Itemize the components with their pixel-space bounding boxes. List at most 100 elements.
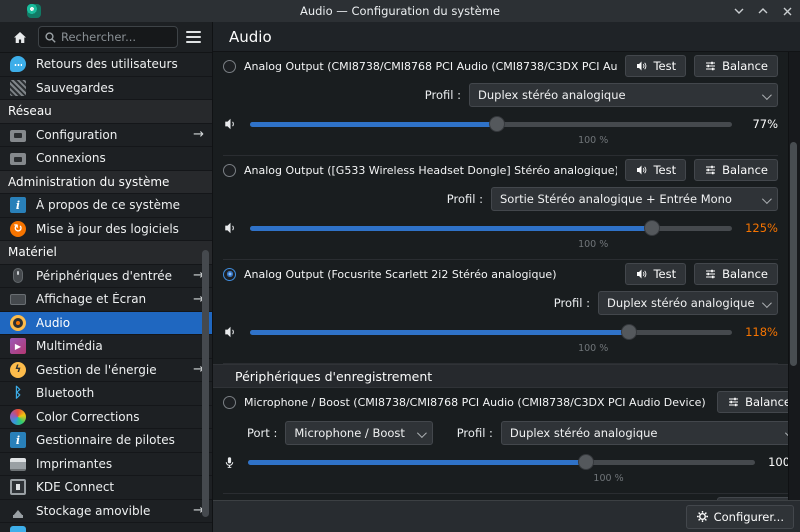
sidebar-item-color-corrections[interactable]: Color Corrections — [0, 406, 212, 430]
sidebar-item-mise-jour-des-logiciels[interactable]: ↻ Mise à jour des logiciels — [0, 218, 212, 242]
sidebar-item-label: Color Corrections — [36, 410, 139, 424]
sidebar-item-retours-des-utilisateurs[interactable]: Retours des utilisateurs — [0, 53, 212, 77]
sidebar-section-header: Administration du système — [0, 171, 212, 195]
sidebar-item-partial[interactable] — [0, 523, 212, 532]
sidebar-item-label: Gestion de l'énergie — [36, 363, 157, 377]
sidebar-item-label: À propos de ce système — [36, 198, 180, 212]
network-icon — [10, 130, 26, 142]
balance-button[interactable]: Balance — [694, 159, 778, 181]
sidebar-item-configuration[interactable]: Configuration→ — [0, 124, 212, 148]
volume-slider[interactable] — [250, 322, 732, 342]
sidebar-item-multim-dia[interactable]: ▶Multimédia — [0, 335, 212, 359]
sidebar-item-label: Imprimantes — [36, 457, 112, 471]
test-button[interactable]: Test — [625, 159, 686, 181]
hundred-percent-tick: 100 % — [578, 239, 608, 250]
sidebar-toolbar — [0, 22, 212, 52]
slider-handle[interactable] — [621, 324, 637, 340]
main-scrollbar[interactable] — [790, 142, 797, 366]
sidebar-item-label: Configuration — [36, 128, 117, 142]
balance-button[interactable]: Balance — [694, 263, 778, 285]
profile-label: Profil : — [425, 88, 461, 102]
sidebar-item-label: Bluetooth — [36, 386, 94, 400]
window-title: Audio — Configuration du système — [0, 4, 800, 18]
hundred-percent-tick: 100 % — [578, 135, 608, 146]
sidebar-list: Retours des utilisateurs Sauvegardes Résea… — [0, 52, 212, 532]
sidebar-item-kde-connect[interactable]: KDE Connect — [0, 476, 212, 500]
slider-handle[interactable] — [489, 116, 505, 132]
profile-combobox[interactable]: Sortie Stéréo analogique + Entrée Mono — [491, 187, 778, 211]
mic-volume-slider[interactable] — [248, 452, 755, 472]
sidebar-scrollbar[interactable] — [202, 250, 209, 517]
test-button[interactable]: Test — [625, 263, 686, 285]
volume-value: 118% — [744, 325, 778, 339]
sidebar-section-label: Réseau — [8, 104, 52, 118]
profile-label: Profil : — [554, 296, 590, 310]
slider-handle[interactable] — [578, 454, 594, 470]
maximize-button[interactable] — [756, 4, 770, 18]
device-radio[interactable] — [223, 164, 236, 177]
sidebar-item-affichage-et-cran[interactable]: Affichage et Écran→ — [0, 288, 212, 312]
sidebar-item-audio[interactable]: Audio — [0, 312, 212, 336]
device-radio[interactable] — [223, 396, 236, 409]
home-button[interactable] — [10, 27, 30, 47]
info-icon: i — [10, 432, 26, 448]
playback-device-row: Analog Output ([G533 Wireless Headset Do… — [223, 156, 778, 260]
slider-handle[interactable] — [644, 220, 660, 236]
sidebar-item-connexions[interactable]: Connexions — [0, 147, 212, 171]
titlebar: Audio — Configuration du système — [0, 0, 800, 22]
update-icon: ↻ — [10, 221, 26, 237]
profile-combobox[interactable]: Duplex stéréo analogique — [501, 421, 800, 445]
speaker-icon — [635, 164, 648, 176]
sidebar-section-header: Réseau — [0, 100, 212, 124]
sidebar-item-sauvegardes[interactable]: Sauvegardes — [0, 77, 212, 101]
device-radio[interactable] — [223, 268, 236, 281]
feedback-icon — [10, 56, 26, 72]
chevron-down-icon — [762, 298, 772, 308]
backup-icon — [10, 80, 26, 96]
device-radio[interactable] — [223, 60, 236, 73]
energy-icon: ϟ — [10, 362, 26, 378]
hamburger-menu-button[interactable] — [182, 28, 204, 46]
sidebar-item-label: Périphériques d'entrée — [36, 269, 172, 283]
bluetooth-icon: ᛒ — [10, 385, 26, 401]
device-list: Analog Output (CMI8738/CMI8768 PCI Audio… — [213, 52, 800, 500]
minimize-button[interactable] — [732, 4, 746, 18]
sidebar-item--propos-de-ce-syst-me[interactable]: iÀ propos de ce système — [0, 194, 212, 218]
device-label: Microphone / Boost (CMI8738/CMI8768 PCI … — [244, 396, 709, 409]
sidebar-item-label: Sauvegardes — [36, 81, 114, 95]
sidebar-item-stockage-amovible[interactable]: Stockage amovible→ — [0, 500, 212, 524]
playback-device-row: Analog Output (Focusrite Scarlett 2i2 St… — [223, 260, 778, 364]
volume-slider[interactable] — [250, 114, 732, 134]
sidebar-item-imprimantes[interactable]: Imprimantes — [0, 453, 212, 477]
close-button[interactable] — [780, 4, 794, 18]
search-input[interactable] — [61, 30, 171, 44]
sidebar-item-label: Audio — [36, 316, 70, 330]
footer-bar: Configurer... — [213, 500, 800, 532]
balance-button[interactable]: Balance — [694, 55, 778, 77]
device-label: Analog Output ([G533 Wireless Headset Do… — [244, 164, 617, 177]
profile-combobox[interactable]: Duplex stéréo analogique — [598, 291, 778, 315]
printer-icon — [10, 458, 26, 471]
test-button[interactable]: Test — [625, 55, 686, 77]
kdeconnect-icon — [10, 479, 26, 495]
port-combobox[interactable]: Microphone / Boost — [285, 421, 432, 445]
speaker-icon — [223, 117, 238, 131]
device-label: Analog Output (CMI8738/CMI8768 PCI Audio… — [244, 60, 617, 73]
configure-button[interactable]: Configurer... — [686, 505, 794, 529]
sidebar-item-p-riph-riques-d-entr-e[interactable]: Périphériques d'entrée→ — [0, 265, 212, 289]
profile-label: Profil : — [447, 192, 483, 206]
sidebar-item-gestionnaire-de-pilotes[interactable]: iGestionnaire de pilotes — [0, 429, 212, 453]
speaker-icon — [635, 268, 648, 280]
partial-icon — [10, 526, 26, 532]
network-icon — [10, 153, 26, 165]
volume-slider[interactable] — [250, 218, 732, 238]
sidebar-item-label: KDE Connect — [36, 480, 114, 494]
port-label: Port : — [247, 426, 277, 440]
profile-combobox[interactable]: Duplex stéréo analogique — [469, 83, 778, 107]
chevron-down-icon — [762, 90, 772, 100]
speaker-icon — [223, 325, 238, 339]
sidebar-item-label: Mise à jour des logiciels — [36, 222, 179, 236]
mixer-sliders-icon — [704, 60, 717, 72]
sidebar-item-bluetooth[interactable]: ᛒ Bluetooth — [0, 382, 212, 406]
sidebar-item-gestion-de-l-nergie[interactable]: ϟGestion de l'énergie→ — [0, 359, 212, 383]
